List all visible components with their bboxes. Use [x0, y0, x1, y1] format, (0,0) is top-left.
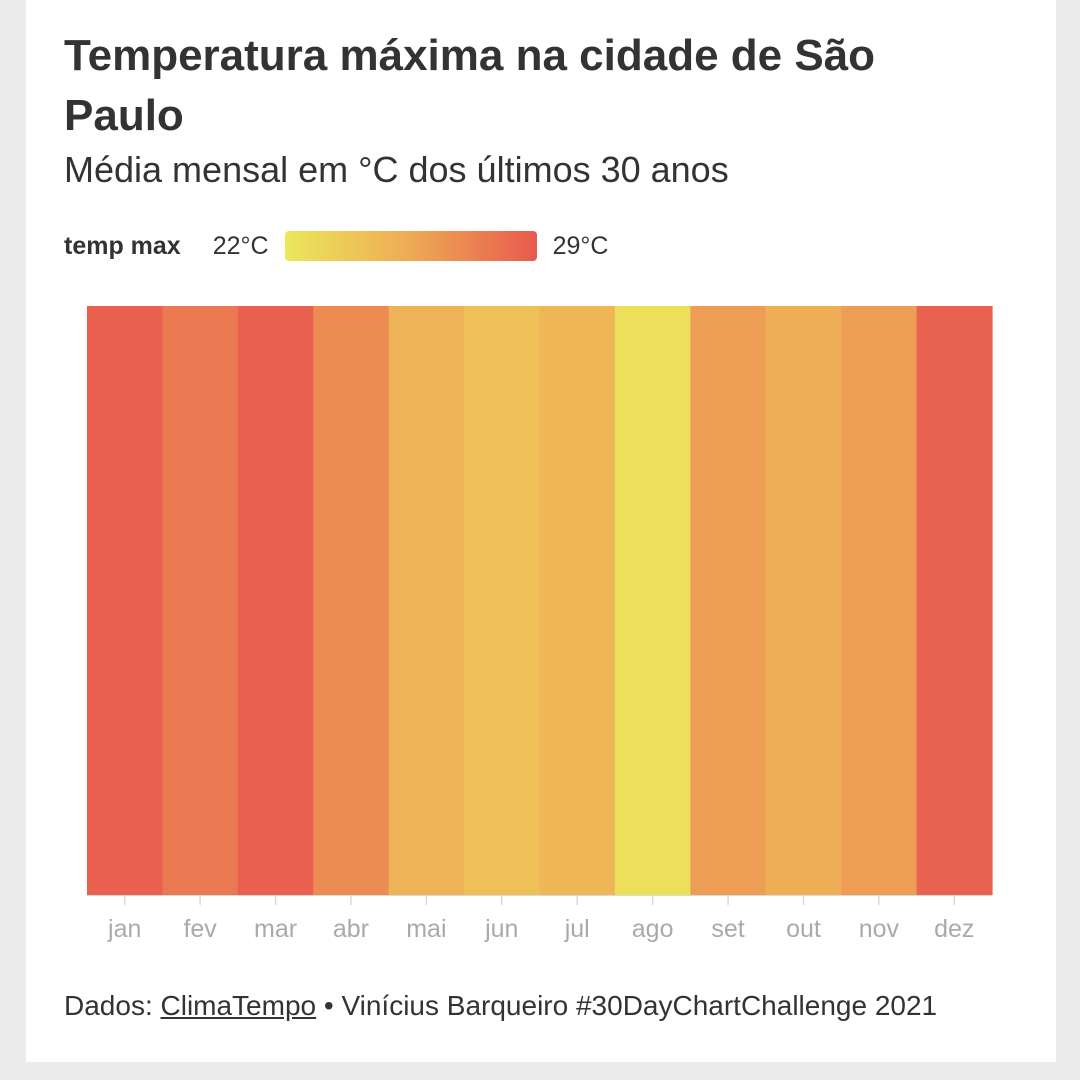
source-link[interactable]: ClimaTempo [161, 990, 317, 1021]
heatmap-cell-ago [614, 306, 691, 895]
x-tick-label-ago: ago [632, 915, 674, 943]
heatmap-cell-jan [87, 306, 164, 895]
heatmap-cell-fev [162, 306, 239, 895]
heatmap-chart: jan fev mar abr mai jun jul ago set out nov dez [87, 306, 993, 943]
heatmap-cell-set [690, 306, 767, 895]
x-tick-label-jul: jul [564, 915, 590, 943]
heatmap-cell-mai [388, 306, 465, 895]
x-tick-label-fev: fev [183, 915, 217, 943]
heatmap-cell-jun [464, 306, 541, 895]
x-tick-label-mai: mai [406, 915, 446, 943]
heatmap-cell-mar [237, 306, 314, 895]
heatmap-cell-dez [916, 306, 993, 895]
source-prefix: Dados: [64, 990, 161, 1021]
heatmap-cell-nov [841, 306, 918, 895]
x-tick-label-nov: nov [859, 915, 900, 943]
x-tick-label-mar: mar [254, 915, 297, 943]
heatmap-cell-abr [313, 306, 390, 895]
x-tick-label-abr: abr [333, 915, 369, 943]
heatmap-cell-out [765, 306, 842, 895]
chart-card: Temperatura máxima na cidade de São Paul… [26, 0, 1056, 1062]
x-tick-label-jan: jan [107, 915, 141, 943]
heatmap-cell-jul [539, 306, 616, 895]
source-credits: • Vinícius Barqueiro #30DayChartChalleng… [316, 990, 938, 1021]
x-tick-label-jun: jun [484, 915, 518, 943]
x-tick-label-dez: dez [934, 915, 974, 943]
source-footer: Dados: ClimaTempo • Vinícius Barqueiro #… [64, 986, 937, 1026]
x-tick-label-set: set [711, 915, 744, 943]
x-tick-label-out: out [786, 915, 821, 943]
